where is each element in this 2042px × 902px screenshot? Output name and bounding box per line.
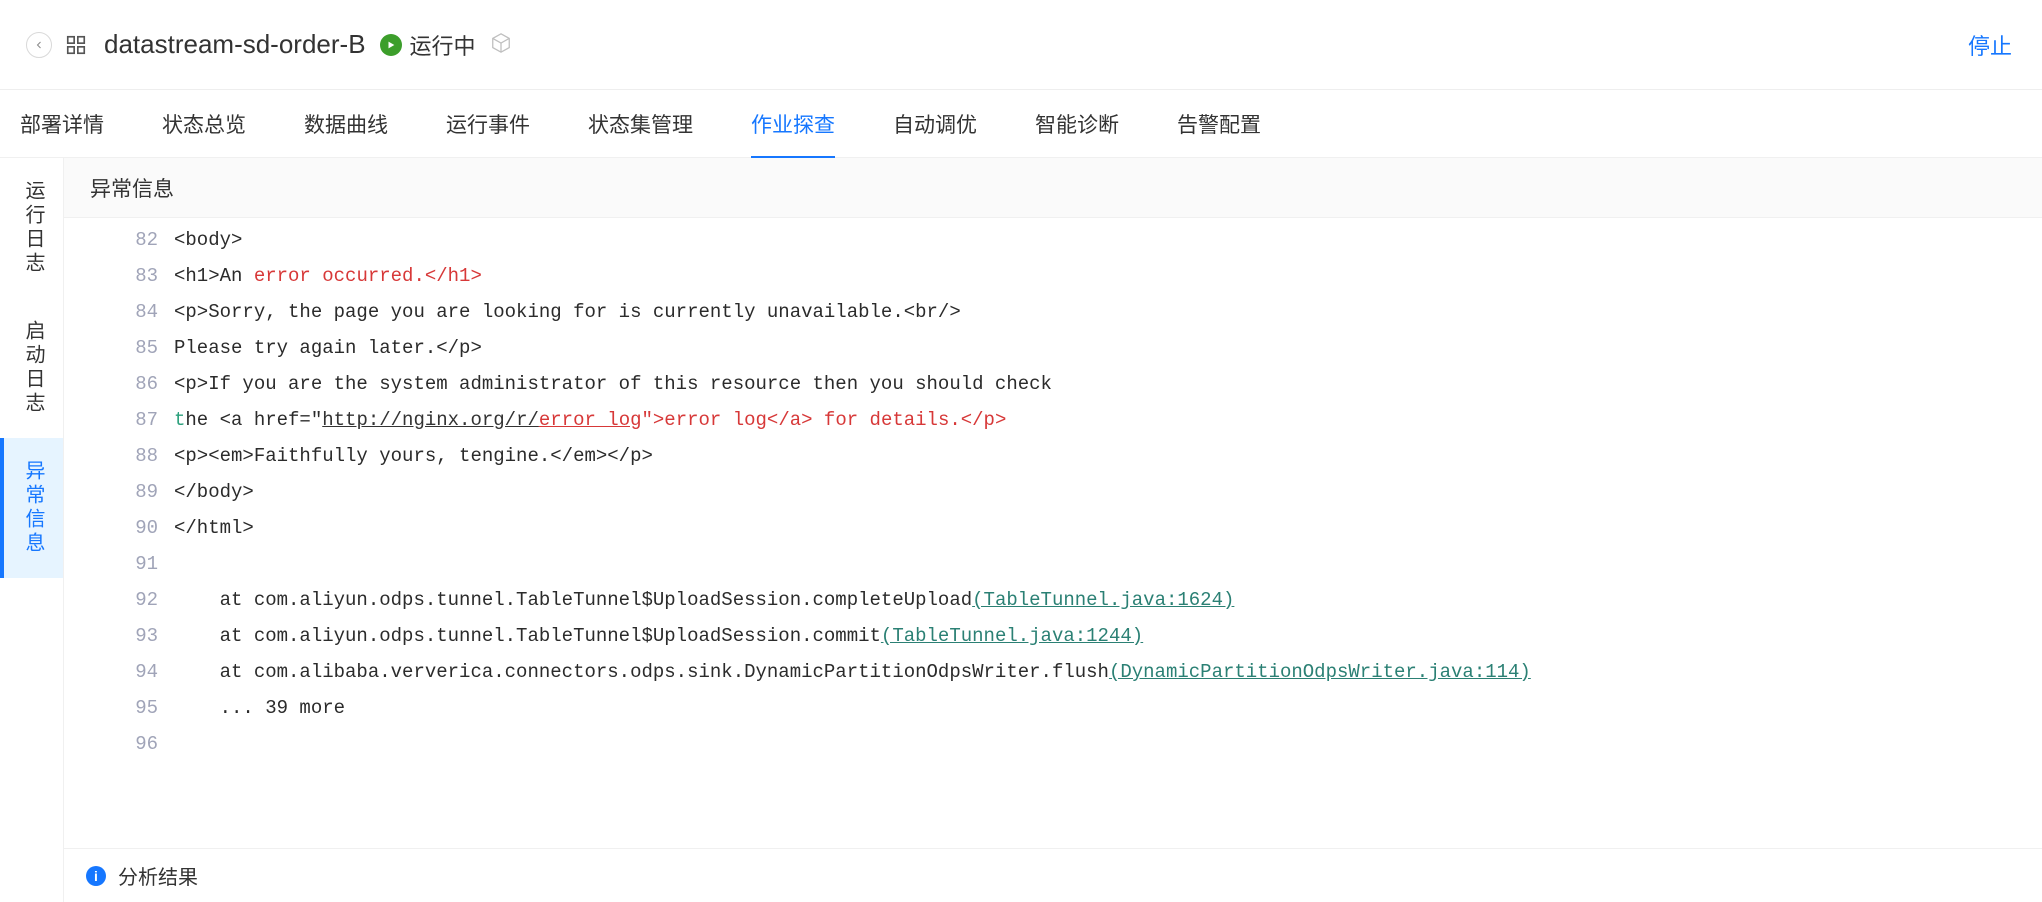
code-viewer[interactable]: 82<body>83<h1>An error occurred.</h1>84<…: [64, 218, 2042, 848]
sidebar-item-异常信息[interactable]: 异常信息: [0, 438, 63, 578]
code-content: the <a href="http://nginx.org/r/error_lo…: [174, 402, 1006, 438]
info-icon: i: [86, 866, 106, 886]
line-number: 85: [64, 330, 174, 366]
code-line: 84<p>Sorry, the page you are looking for…: [64, 294, 2042, 330]
code-content: <p>If you are the system administrator o…: [174, 366, 1052, 402]
line-number: 91: [64, 546, 174, 582]
code-content: <p><em>Faithfully yours, tengine.</em></…: [174, 438, 653, 474]
page-title: datastream-sd-order-B: [104, 29, 366, 60]
tab-运行事件[interactable]: 运行事件: [446, 89, 530, 159]
code-line: 88<p><em>Faithfully yours, tengine.</em>…: [64, 438, 2042, 474]
analysis-footer[interactable]: i 分析结果: [64, 848, 2042, 902]
line-number: 82: [64, 222, 174, 258]
status-text: 运行中: [410, 29, 476, 61]
section-header: 异常信息: [64, 158, 2042, 218]
stop-link[interactable]: 停止: [1968, 29, 2012, 61]
code-line: 82<body>: [64, 222, 2042, 258]
sidebar-item-启动日志[interactable]: 启动日志: [0, 298, 63, 438]
tab-告警配置[interactable]: 告警配置: [1177, 89, 1261, 159]
module-icon: [64, 33, 88, 57]
tab-自动调优[interactable]: 自动调优: [893, 89, 977, 159]
line-number: 94: [64, 654, 174, 690]
line-number: 87: [64, 402, 174, 438]
tab-作业探查[interactable]: 作业探查: [751, 89, 835, 159]
line-number: 88: [64, 438, 174, 474]
line-number: 83: [64, 258, 174, 294]
code-content: </html>: [174, 510, 254, 546]
code-content: <h1>An error occurred.</h1>: [174, 258, 482, 294]
footer-label: 分析结果: [118, 861, 198, 890]
code-content: at com.aliyun.odps.tunnel.TableTunnel$Up…: [174, 582, 1234, 618]
code-line: 89</body>: [64, 474, 2042, 510]
line-number: 89: [64, 474, 174, 510]
code-content: at com.aliyun.odps.tunnel.TableTunnel$Up…: [174, 618, 1143, 654]
code-content: ... 39 more: [174, 690, 345, 726]
sidebar-item-运行日志[interactable]: 运行日志: [0, 158, 63, 298]
main-tabs: 部署详情状态总览数据曲线运行事件状态集管理作业探查自动调优智能诊断告警配置: [0, 90, 2042, 158]
code-line: 91: [64, 546, 2042, 582]
code-content: Please try again later.</p>: [174, 330, 482, 366]
status-indicator: [380, 34, 402, 56]
code-line: 90</html>: [64, 510, 2042, 546]
code-line: 94 at com.alibaba.ververica.connectors.o…: [64, 654, 2042, 690]
tab-数据曲线[interactable]: 数据曲线: [304, 89, 388, 159]
sidebar: 运行日志启动日志异常信息: [0, 158, 64, 902]
cube-icon[interactable]: [490, 32, 512, 57]
tab-状态总览[interactable]: 状态总览: [162, 89, 246, 159]
back-button[interactable]: [26, 32, 52, 58]
line-number: 86: [64, 366, 174, 402]
code-content: at com.alibaba.ververica.connectors.odps…: [174, 654, 1531, 690]
code-line: 92 at com.aliyun.odps.tunnel.TableTunnel…: [64, 582, 2042, 618]
line-number: 92: [64, 582, 174, 618]
tab-部署详情[interactable]: 部署详情: [20, 89, 104, 159]
code-line: 93 at com.aliyun.odps.tunnel.TableTunnel…: [64, 618, 2042, 654]
code-line: 87the <a href="http://nginx.org/r/error_…: [64, 402, 2042, 438]
code-content: <body>: [174, 222, 242, 258]
code-content: <p>Sorry, the page you are looking for i…: [174, 294, 961, 330]
line-number: 90: [64, 510, 174, 546]
page-header: datastream-sd-order-B 运行中 停止: [0, 0, 2042, 90]
line-number: 95: [64, 690, 174, 726]
line-number: 84: [64, 294, 174, 330]
chevron-left-icon: [33, 39, 45, 51]
line-number: 93: [64, 618, 174, 654]
code-content: </body>: [174, 474, 254, 510]
code-line: 85Please try again later.</p>: [64, 330, 2042, 366]
tab-智能诊断[interactable]: 智能诊断: [1035, 89, 1119, 159]
section-title: 异常信息: [90, 173, 174, 203]
code-line: 86<p>If you are the system administrator…: [64, 366, 2042, 402]
line-number: 96: [64, 726, 174, 762]
code-line: 83<h1>An error occurred.</h1>: [64, 258, 2042, 294]
tab-状态集管理[interactable]: 状态集管理: [588, 89, 693, 159]
code-line: 96: [64, 726, 2042, 762]
code-line: 95 ... 39 more: [64, 690, 2042, 726]
